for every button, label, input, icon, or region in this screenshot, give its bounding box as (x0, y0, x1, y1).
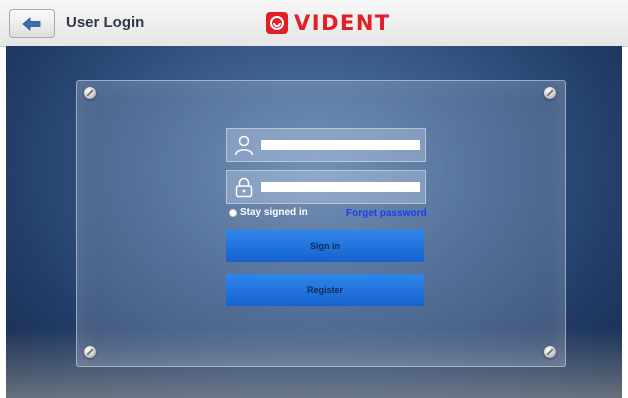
screw-icon (84, 87, 96, 99)
username-input[interactable] (261, 140, 420, 150)
password-input[interactable] (261, 182, 420, 192)
screw-icon (544, 87, 556, 99)
radio-icon[interactable] (229, 208, 237, 217)
user-icon (227, 134, 261, 156)
sign-in-button[interactable]: Sign in (226, 230, 424, 262)
logo-text: VIDENT (294, 11, 391, 35)
password-field[interactable] (226, 170, 426, 204)
username-field[interactable] (226, 128, 426, 162)
brand-logo: VIDENT (266, 10, 391, 36)
back-arrow-icon (22, 16, 41, 31)
top-bar: User Login VIDENT (0, 0, 628, 47)
screw-icon (544, 346, 556, 358)
login-panel (76, 80, 566, 367)
stay-signed-in-checkbox[interactable]: Stay signed in (229, 207, 308, 218)
register-button[interactable]: Register (226, 274, 424, 306)
stay-signed-in-label: Stay signed in (240, 207, 308, 218)
page-title: User Login (66, 14, 145, 31)
lock-icon (227, 176, 261, 198)
back-button[interactable] (9, 9, 55, 38)
screw-icon (84, 346, 96, 358)
logo-icon (266, 12, 288, 34)
forget-password-link[interactable]: Forget password (346, 208, 427, 219)
